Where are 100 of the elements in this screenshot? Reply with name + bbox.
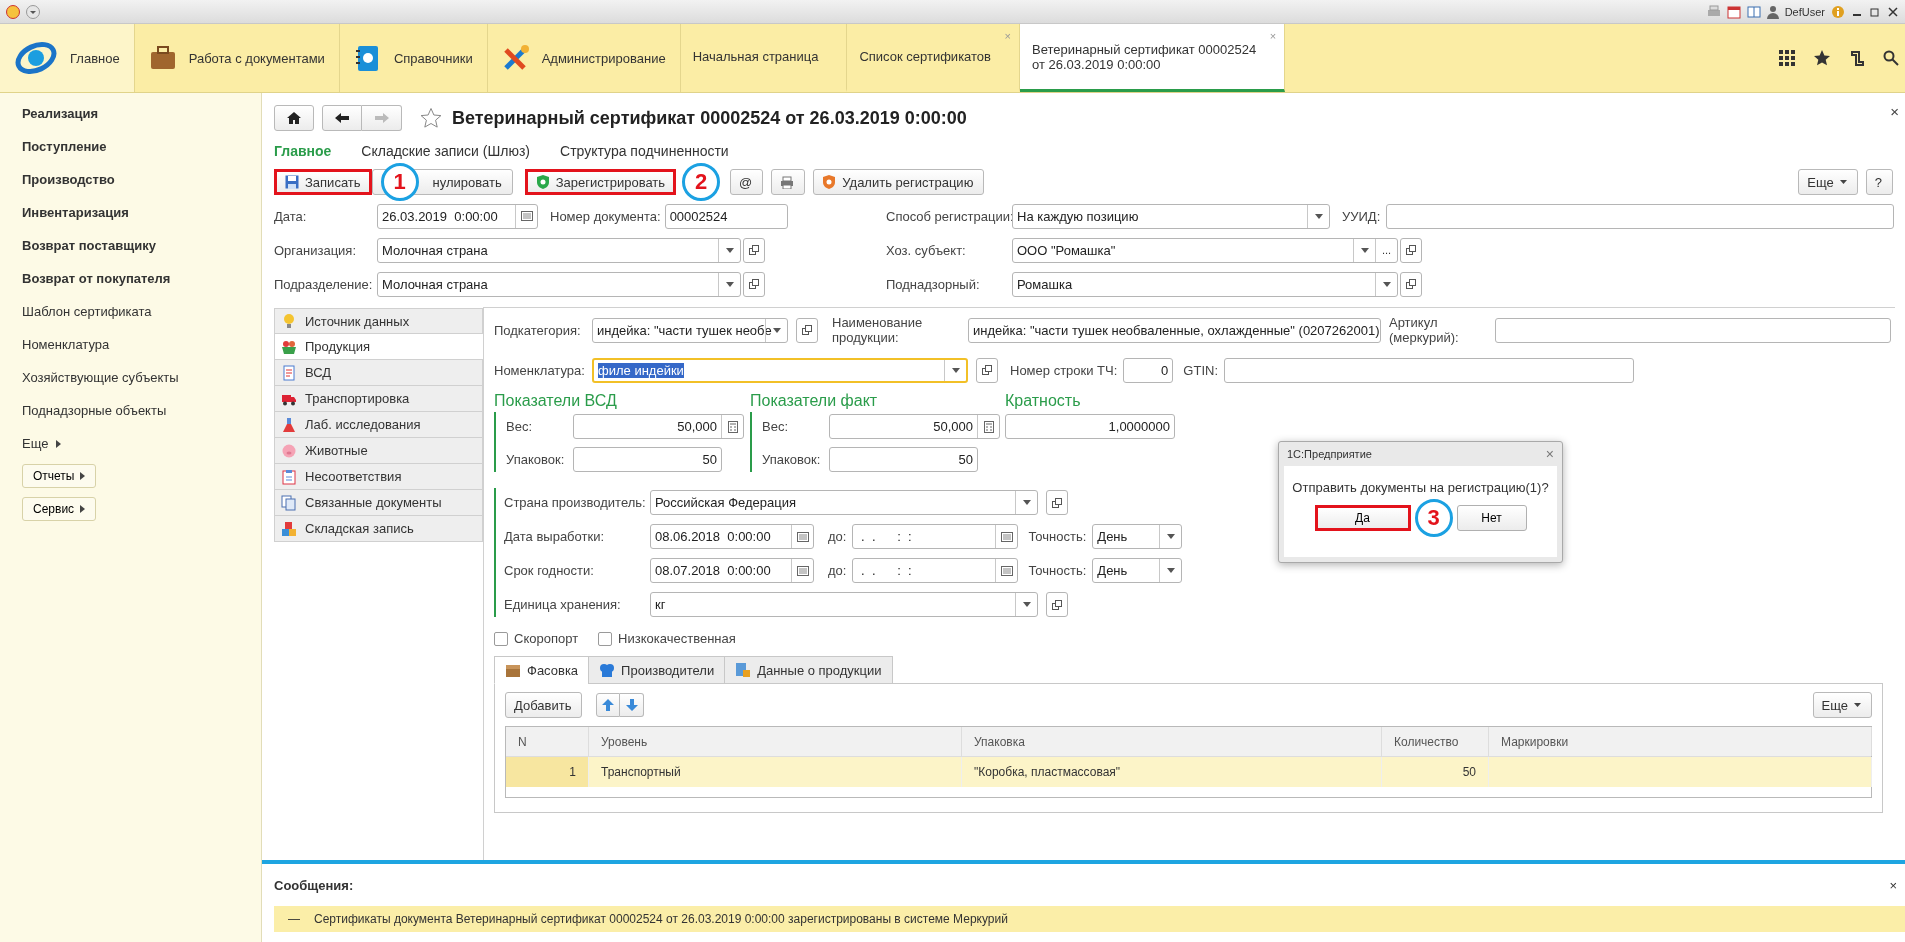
page-list-item[interactable]: Лаб. исследования xyxy=(274,412,483,438)
sidebar-link[interactable]: Возврат от покупателя xyxy=(22,262,171,295)
date-to-field[interactable]: . . : : xyxy=(852,524,1019,549)
page-list-item[interactable]: Связанные документы xyxy=(274,490,483,516)
sidebar-link[interactable]: Реализация xyxy=(22,97,99,130)
page-list-item[interactable]: Несоответствия xyxy=(274,464,483,490)
collapse-marker[interactable]: — xyxy=(288,912,300,926)
date-field[interactable]: 26.03.2019 0:00:00 xyxy=(377,203,538,229)
page-list-item[interactable]: Складская запись xyxy=(274,516,483,542)
delete-registration-button[interactable]: Удалить регистрацию xyxy=(813,169,985,195)
sidebar-link[interactable]: Возврат поставщику xyxy=(22,229,156,262)
dialog-button[interactable]: Да xyxy=(1314,505,1411,531)
section-tab[interactable]: Справочники xyxy=(339,24,488,92)
dialog-button[interactable]: Нет xyxy=(1456,505,1527,531)
packages-field[interactable]: 50 xyxy=(829,447,978,472)
date-to-field[interactable]: . . : : xyxy=(852,558,1019,583)
checkbox[interactable] xyxy=(598,631,613,646)
business-entity-field[interactable]: ООО "Ромашка" ... xyxy=(1012,237,1398,263)
date-field[interactable]: 08.07.2018 0:00:00 xyxy=(650,558,814,583)
department-field[interactable]: Молочная страна xyxy=(377,271,741,297)
form-nav-tab[interactable]: Главное xyxy=(274,143,332,159)
gtin-field[interactable] xyxy=(1224,357,1634,383)
calendar-icon[interactable] xyxy=(1726,4,1741,19)
column-header[interactable]: Маркировки xyxy=(1489,727,1872,756)
sidebar-link[interactable]: Инвентаризация xyxy=(22,196,129,229)
move-up-button[interactable] xyxy=(596,693,621,717)
print-button[interactable] xyxy=(771,169,806,195)
column-header[interactable]: Уровень xyxy=(589,727,962,756)
organization-field[interactable]: Молочная страна xyxy=(377,237,741,263)
close-button[interactable]: × xyxy=(1545,446,1554,462)
history-icon[interactable] xyxy=(1849,49,1865,67)
sidebar-more-link[interactable]: Еще xyxy=(22,427,61,460)
nomenclature-field[interactable]: филе индейки xyxy=(592,357,968,383)
open-button[interactable] xyxy=(743,237,765,263)
register-button[interactable]: Зарегистрировать xyxy=(524,169,677,195)
search-icon[interactable] xyxy=(1883,50,1899,66)
sidebar-link[interactable]: Номенклатура xyxy=(22,328,110,361)
sidebar-link[interactable]: Поднадзорные объекты xyxy=(22,394,167,427)
move-down-button[interactable] xyxy=(620,693,645,717)
open-tab[interactable]: Ветеринарный сертификат 00002524 от 26.03.2019 0:00:00 × xyxy=(1020,24,1286,92)
sidebar-link[interactable]: Шаблон сертификата xyxy=(22,295,152,328)
form-nav-tab[interactable]: Складские записи (Шлюз) xyxy=(361,143,531,159)
precision-field[interactable]: День xyxy=(1092,558,1183,583)
weight-field[interactable]: 50,000 xyxy=(829,414,1000,439)
section-tab[interactable]: Работа с документами xyxy=(134,24,340,92)
app-logo-icon[interactable] xyxy=(6,4,20,19)
open-button[interactable] xyxy=(1400,237,1422,263)
open-button[interactable] xyxy=(1046,592,1068,617)
weight-field[interactable]: 50,000 xyxy=(573,414,744,439)
page-list-item[interactable]: Продукция xyxy=(274,334,484,360)
sidebar-link[interactable]: Производство xyxy=(22,163,115,196)
open-tab[interactable]: Начальная страница xyxy=(680,24,848,92)
panel-icon[interactable] xyxy=(1746,4,1761,19)
close-button[interactable]: × xyxy=(1890,103,1899,120)
document-number-field[interactable]: 00002524 xyxy=(664,203,788,229)
sidebar-button[interactable]: Сервис xyxy=(22,497,97,521)
star-icon[interactable] xyxy=(1813,49,1831,67)
precision-field[interactable]: День xyxy=(1092,524,1183,549)
open-button[interactable] xyxy=(1046,490,1068,515)
multiplicity-field[interactable]: 1,0000000 xyxy=(1005,414,1175,439)
packages-field[interactable]: 50 xyxy=(573,447,722,472)
row-number-field[interactable]: 0 xyxy=(1123,357,1174,383)
page-list-item[interactable]: ВСД xyxy=(274,360,483,386)
subcategory-field[interactable]: индейка: "части тушек необе xyxy=(592,317,788,343)
sub-tab[interactable]: Производители xyxy=(588,656,726,684)
close-icon[interactable] xyxy=(1887,5,1899,18)
email-button[interactable]: @ xyxy=(730,169,764,195)
registration-method-field[interactable]: На каждую позицию xyxy=(1012,203,1330,229)
grid-icon[interactable] xyxy=(1779,50,1795,66)
more-button[interactable]: Еще xyxy=(1812,692,1872,718)
open-button[interactable] xyxy=(1400,271,1422,297)
caret-icon[interactable] xyxy=(26,4,40,19)
section-tab[interactable]: Главное xyxy=(0,24,135,92)
sub-tab[interactable]: Фасовка xyxy=(494,656,590,684)
column-header[interactable]: Упаковка xyxy=(962,727,1382,756)
country-field[interactable]: Российская Федерация xyxy=(650,490,1038,515)
date-field[interactable]: 08.06.2018 0:00:00 xyxy=(650,524,814,549)
open-button[interactable] xyxy=(976,357,998,383)
back-button[interactable] xyxy=(322,105,362,131)
save-button[interactable]: Записать xyxy=(274,169,372,195)
page-list-item[interactable]: Транспортировка xyxy=(274,386,483,412)
sub-tab[interactable]: Данные о продукции xyxy=(724,656,893,684)
storage-unit-field[interactable]: кг xyxy=(650,592,1038,617)
article-field[interactable] xyxy=(1495,317,1891,343)
checkbox[interactable] xyxy=(494,631,508,646)
sidebar-button[interactable]: Отчеты xyxy=(22,464,97,488)
supervised-object-field[interactable]: Ромашка xyxy=(1012,271,1398,297)
product-name-field[interactable]: индейка: "части тушек необваленные, охлажденные" (0207262001) xyxy=(968,317,1381,343)
open-button[interactable] xyxy=(796,317,818,343)
form-nav-tab[interactable]: Структура подчиненности xyxy=(560,143,729,159)
restore-icon[interactable] xyxy=(1869,5,1881,18)
section-tab[interactable]: Администрирование xyxy=(487,24,681,92)
help-button[interactable]: ? xyxy=(1865,169,1893,195)
sidebar-link[interactable]: Хозяйствующие субъекты xyxy=(22,361,179,394)
uuid-field[interactable] xyxy=(1386,203,1895,229)
column-header[interactable]: N xyxy=(506,727,589,756)
star-icon[interactable] xyxy=(420,107,442,129)
column-header[interactable]: Количество xyxy=(1382,727,1489,756)
more-button[interactable]: Еще xyxy=(1798,169,1858,195)
close-button[interactable]: × xyxy=(1889,877,1897,893)
